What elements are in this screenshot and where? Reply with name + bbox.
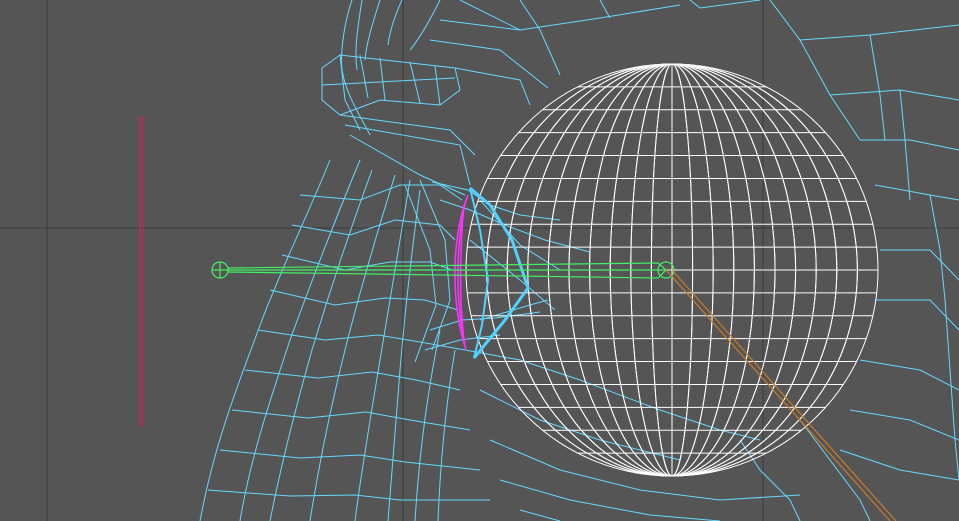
3d-viewport[interactable] xyxy=(0,0,959,521)
locator-curve[interactable] xyxy=(139,116,144,426)
viewport-grid xyxy=(0,0,959,521)
eye-joint-bone[interactable] xyxy=(211,261,675,279)
face-mesh-wireframe[interactable] xyxy=(199,0,959,521)
scene-canvas[interactable] xyxy=(0,0,959,521)
aim-guide-line xyxy=(665,269,897,521)
